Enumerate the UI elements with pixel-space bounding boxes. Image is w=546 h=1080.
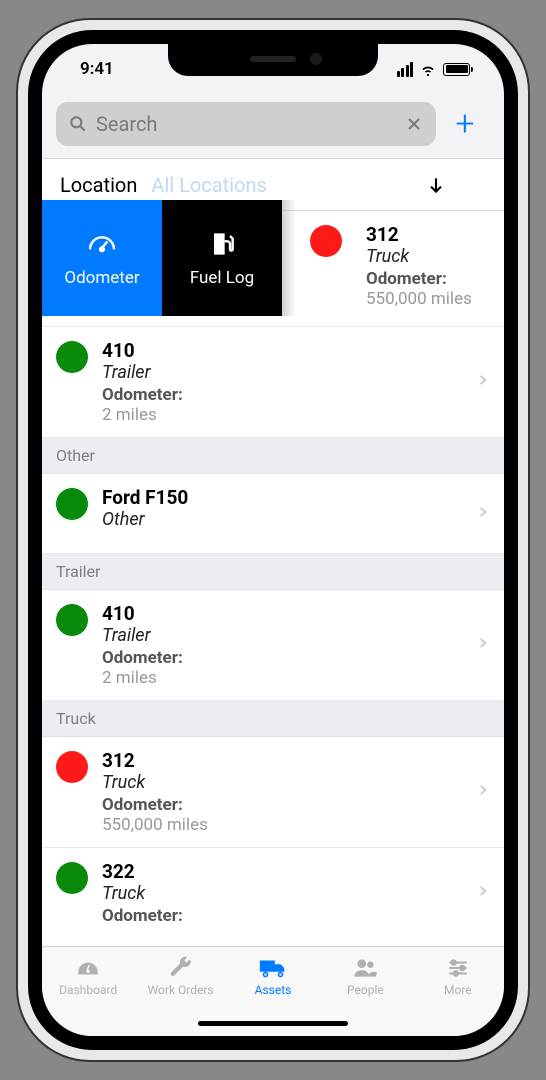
asset-name: 410 xyxy=(102,339,462,362)
odo-value: 2 miles xyxy=(102,405,462,425)
battery-icon xyxy=(443,63,470,76)
list-item[interactable]: 322 Truck Odometer: xyxy=(42,848,504,938)
asset-list[interactable]: 312 Truck Odometer: 550,000 miles 410 Tr… xyxy=(42,211,504,946)
odometer-label: Odometer xyxy=(64,268,139,288)
list-item[interactable]: Ford F150 Other xyxy=(42,474,504,554)
asset-name: 410 xyxy=(102,602,462,625)
add-button[interactable]: + xyxy=(440,104,490,144)
status-dot xyxy=(56,604,88,636)
asset-name: Ford F150 xyxy=(102,486,462,509)
filter-label: Location xyxy=(60,173,137,197)
tab-more[interactable]: More xyxy=(412,947,504,1036)
chevron-right-icon xyxy=(476,882,490,904)
swipe-actions: Odometer Fuel Log xyxy=(42,200,296,316)
odometer-icon xyxy=(86,228,118,260)
plus-icon: + xyxy=(455,104,474,144)
odo-value: 2 miles xyxy=(102,668,462,688)
tab-label: Dashboard xyxy=(59,983,117,997)
odo-value: 550,000 miles xyxy=(366,289,490,309)
list-item[interactable]: 410 Trailer Odometer: 2 miles xyxy=(42,590,504,701)
asset-type: Other xyxy=(102,509,462,530)
odo-value: 550,000 miles xyxy=(102,815,462,835)
home-indicator[interactable] xyxy=(198,1021,348,1026)
section-header-other: Other xyxy=(42,438,504,474)
section-header-trailer: Trailer xyxy=(42,554,504,590)
cellular-icon xyxy=(397,62,414,77)
asset-name: 312 xyxy=(366,223,490,246)
odo-label: Odometer: xyxy=(102,795,462,815)
list-item[interactable]: 312 Truck Odometer: 550,000 miles xyxy=(42,737,504,848)
tab-label: Assets xyxy=(255,983,292,997)
search-row: + xyxy=(42,94,504,159)
truck-icon xyxy=(258,955,288,981)
tab-label: People xyxy=(347,983,384,997)
status-dot xyxy=(56,751,88,783)
chevron-right-icon xyxy=(476,781,490,803)
status-dot xyxy=(56,862,88,894)
dashboard-icon xyxy=(73,955,103,981)
status-icons xyxy=(397,60,471,78)
chevron-right-icon xyxy=(476,634,490,656)
sort-button[interactable] xyxy=(426,175,486,195)
fuel-icon xyxy=(206,228,238,260)
asset-type: Trailer xyxy=(102,362,462,383)
tab-label: Work Orders xyxy=(148,983,214,997)
odo-label: Odometer: xyxy=(102,385,462,405)
status-dot xyxy=(56,341,88,373)
clear-icon[interactable] xyxy=(404,114,424,134)
asset-name: 322 xyxy=(102,860,462,883)
list-item[interactable]: 410 Trailer Odometer: 2 miles xyxy=(42,327,504,438)
wifi-icon xyxy=(419,60,437,78)
tab-label: More xyxy=(444,983,472,997)
fuel-log-action[interactable]: Fuel Log xyxy=(162,200,282,316)
odo-label: Odometer: xyxy=(366,269,490,289)
search-icon xyxy=(68,114,88,134)
people-icon xyxy=(350,955,380,981)
tab-dashboard[interactable]: Dashboard xyxy=(42,947,134,1036)
odo-label: Odometer: xyxy=(102,648,462,668)
chevron-right-icon xyxy=(476,371,490,393)
asset-type: Truck xyxy=(102,883,462,904)
filter-value[interactable]: All Locations xyxy=(151,173,266,197)
arrow-down-icon xyxy=(426,175,446,195)
wrench-icon xyxy=(166,955,196,981)
asset-type: Truck xyxy=(102,772,462,793)
section-header-truck: Truck xyxy=(42,701,504,737)
odometer-action[interactable]: Odometer xyxy=(42,200,162,316)
asset-name: 312 xyxy=(102,749,462,772)
asset-type: Truck xyxy=(366,246,490,267)
sliders-icon xyxy=(443,955,473,981)
status-dot xyxy=(56,488,88,520)
asset-type: Trailer xyxy=(102,625,462,646)
search-box[interactable] xyxy=(56,102,436,146)
status-dot xyxy=(310,225,342,257)
fuel-label: Fuel Log xyxy=(190,268,254,288)
status-time: 9:41 xyxy=(80,59,114,79)
search-input[interactable] xyxy=(96,112,396,136)
odo-label: Odometer: xyxy=(102,906,462,926)
chevron-right-icon xyxy=(476,503,490,525)
